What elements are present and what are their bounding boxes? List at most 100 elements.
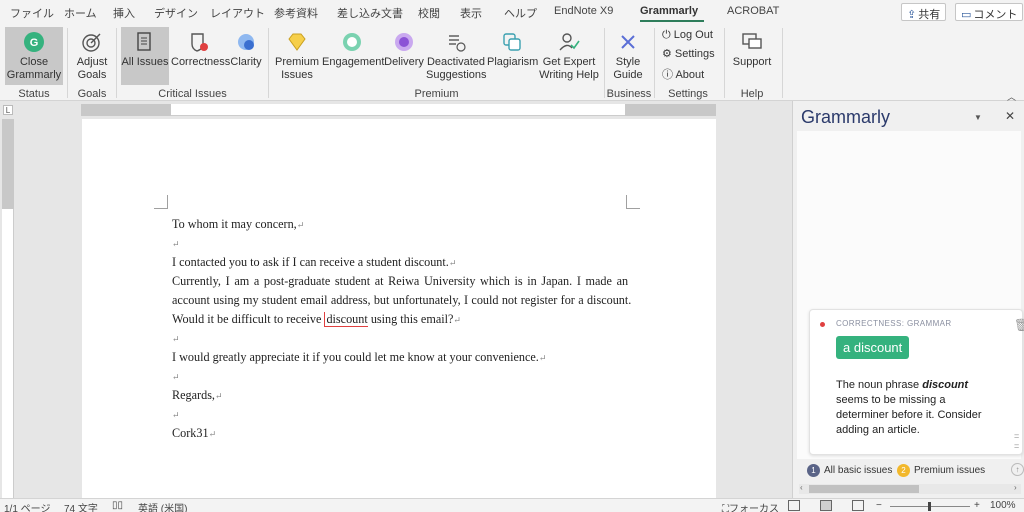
adjust-goals-button[interactable]: Adjust Goals xyxy=(72,27,112,85)
engagement-button[interactable]: Engagement xyxy=(322,27,384,85)
doc-paragraph[interactable]: ↵ xyxy=(172,236,180,251)
pilcrow-icon: ↵ xyxy=(538,353,547,363)
doc-paragraph[interactable]: account using my student email address, … xyxy=(172,293,631,308)
read-mode-icon[interactable] xyxy=(788,500,800,511)
list-icon xyxy=(137,32,151,51)
correctness-button[interactable]: Correctness xyxy=(171,27,230,85)
print-layout-icon[interactable] xyxy=(820,500,832,511)
premium-issues-button[interactable]: Premium Issues xyxy=(273,27,321,85)
doc-paragraph[interactable]: I would greatly appreciate it if you cou… xyxy=(172,350,546,365)
about-button[interactable]: ⓘ About xyxy=(662,66,704,82)
tab-mailings[interactable]: 差し込み文書 xyxy=(337,5,403,21)
clarity-button[interactable]: Clarity xyxy=(228,27,264,85)
doc-paragraph[interactable]: Currently, I am a post-graduate student … xyxy=(172,274,628,289)
style-guide-icon xyxy=(621,35,635,49)
basic-issues-tab[interactable]: 1 All basic issues xyxy=(807,464,892,477)
status-bar: 1/1 ページ 74 文字 ▯▯ 英語 (米国) ⛶フォーカス − + 100% xyxy=(0,498,1024,512)
engagement-icon xyxy=(343,33,361,51)
ruler-margin-left xyxy=(81,104,171,116)
doc-paragraph[interactable]: ↵ xyxy=(172,369,180,384)
ribbon-tab-bar: ファイル ホーム 挿入 デザイン レイアウト 参考資料 差し込み文書 校閲 表示… xyxy=(0,0,1024,24)
tab-references[interactable]: 参考資料 xyxy=(274,5,318,21)
margin-corner-mark xyxy=(154,195,168,209)
tab-insert[interactable]: 挿入 xyxy=(113,5,135,21)
focus-mode-button[interactable]: ⛶フォーカス xyxy=(722,500,779,512)
grammarly-logo-icon: G xyxy=(24,32,44,52)
error-dot-icon xyxy=(820,322,825,327)
pane-horizontal-scrollbar[interactable]: ‹ › xyxy=(799,483,1021,494)
support-chat-icon xyxy=(742,33,762,49)
doc-paragraph[interactable]: Cork31↵ xyxy=(172,426,216,441)
tab-acrobat[interactable]: ACROBAT xyxy=(727,5,779,17)
zoom-slider-thumb[interactable] xyxy=(928,502,931,511)
settings-button[interactable]: ⚙ Settings xyxy=(662,47,715,60)
style-guide-button[interactable]: Style Guide xyxy=(608,27,648,85)
grammar-error-highlight[interactable]: discount xyxy=(324,312,368,327)
language-indicator[interactable]: 英語 (米国) xyxy=(138,500,187,512)
pane-options-icon[interactable]: ▼ xyxy=(974,113,982,122)
pilcrow-icon: ↵ xyxy=(172,334,180,344)
proofing-book-icon[interactable]: ▯▯ xyxy=(112,500,123,511)
tab-layout[interactable]: レイアウト xyxy=(210,5,265,21)
trash-icon[interactable]: 🗑 xyxy=(1014,318,1024,332)
group-separator xyxy=(782,28,783,98)
tab-help[interactable]: ヘルプ xyxy=(504,5,537,21)
tab-grammarly[interactable]: Grammarly xyxy=(640,5,698,17)
close-grammarly-button[interactable]: G Close Grammarly xyxy=(5,27,63,85)
delivery-icon xyxy=(395,33,413,51)
scrollbar-thumb[interactable] xyxy=(809,485,919,493)
tab-view[interactable]: 表示 xyxy=(460,5,482,21)
suggestion-category: CORRECTNESS: GRAMMAR xyxy=(836,319,952,328)
tab-selector-icon[interactable]: L xyxy=(3,105,13,115)
share-icon: ⇪ xyxy=(907,9,917,21)
comments-button[interactable]: ▭ コメント xyxy=(955,3,1024,21)
log-out-button[interactable]: ⏻ Log Out xyxy=(662,29,713,42)
pane-title: Grammarly xyxy=(801,107,890,127)
group-status: Status xyxy=(18,88,50,100)
doc-paragraph[interactable]: Would it be difficult to receive discoun… xyxy=(172,312,461,327)
doc-paragraph[interactable]: To whom it may concern,↵ xyxy=(172,217,304,232)
group-goals: Goals xyxy=(77,88,107,100)
correctness-shield-icon xyxy=(191,33,208,52)
doc-paragraph[interactable]: I contacted you to ask if I can receive … xyxy=(172,255,456,270)
deactivated-suggestions-button[interactable]: Deactivated Suggestions xyxy=(426,27,487,85)
delivery-button[interactable]: Delivery xyxy=(383,27,425,85)
plagiarism-icon xyxy=(503,33,521,51)
share-button[interactable]: ⇪ 共有 xyxy=(901,3,947,21)
tab-design[interactable]: デザイン xyxy=(154,5,198,21)
close-icon[interactable]: ✕ xyxy=(1005,109,1015,123)
zoom-level[interactable]: 100% xyxy=(990,500,1016,511)
more-options-icon[interactable]: = = xyxy=(1014,431,1022,451)
ruler-margin-top xyxy=(2,119,14,209)
plagiarism-button[interactable]: Plagiarism xyxy=(487,27,538,85)
power-icon: ⏻ xyxy=(662,29,674,41)
document-page[interactable]: To whom it may concern,↵ ↵ I contacted y… xyxy=(82,119,716,498)
word-count[interactable]: 74 文字 xyxy=(64,500,98,512)
web-layout-icon[interactable] xyxy=(852,500,864,511)
zoom-in-icon[interactable]: + xyxy=(974,500,980,511)
expert-user-check-icon xyxy=(559,33,580,51)
tab-file[interactable]: ファイル xyxy=(10,5,54,21)
scroll-up-icon[interactable]: ↑ xyxy=(1011,463,1024,476)
doc-paragraph[interactable]: ↵ xyxy=(172,331,180,346)
support-button[interactable]: Support xyxy=(730,27,774,85)
zoom-out-icon[interactable]: − xyxy=(876,500,882,511)
horizontal-ruler[interactable] xyxy=(81,104,716,116)
clarity-icon xyxy=(238,34,254,50)
basic-issues-count: 1 xyxy=(807,464,820,477)
group-separator xyxy=(116,28,117,98)
doc-paragraph[interactable]: Regards,↵ xyxy=(172,388,223,403)
tab-review[interactable]: 校閲 xyxy=(418,5,440,21)
doc-paragraph[interactable]: ↵ xyxy=(172,407,180,422)
scroll-left-icon[interactable]: ‹ xyxy=(800,483,803,492)
page-count[interactable]: 1/1 ページ xyxy=(4,500,50,512)
tab-home[interactable]: ホーム xyxy=(64,5,97,21)
tab-endnote[interactable]: EndNote X9 xyxy=(554,5,613,17)
suggestion-card[interactable]: CORRECTNESS: GRAMMAR 🗑 a discount The no… xyxy=(809,309,1024,455)
vertical-ruler[interactable] xyxy=(2,119,14,498)
suggestion-replacement-button[interactable]: a discount xyxy=(836,336,910,359)
all-issues-button[interactable]: All Issues xyxy=(121,27,169,85)
scroll-right-icon[interactable]: › xyxy=(1014,483,1017,492)
expert-writing-help-button[interactable]: Get Expert Writing Help xyxy=(538,27,600,85)
premium-issues-tab[interactable]: 2 Premium issues xyxy=(897,464,985,477)
